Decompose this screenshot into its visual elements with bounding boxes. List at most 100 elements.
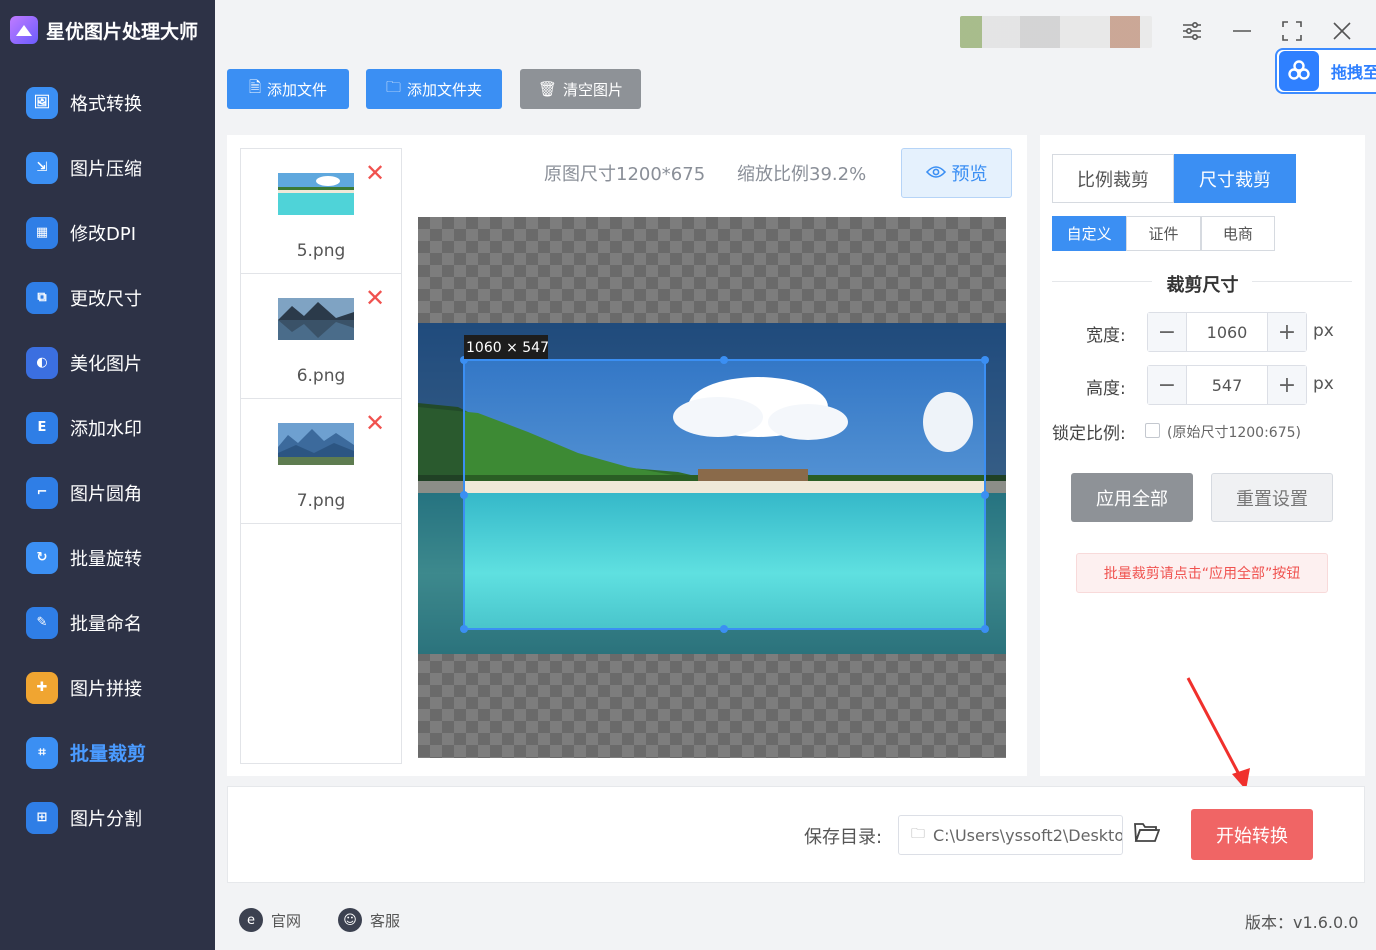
app-title: 星优图片处理大师	[10, 14, 198, 46]
height-stepper[interactable]: − 547 +	[1147, 365, 1307, 405]
version-text: 版本：v1.6.0.0	[1245, 913, 1359, 932]
preview-label: 预览	[951, 164, 988, 185]
sidebar-item-label: 修改DPI	[70, 223, 137, 245]
top-toolbar: 拖拽至 🗎 添加文件 🗀 添加文件夹 🗑 清空图片	[215, 0, 1376, 123]
height-unit: px	[1313, 374, 1334, 394]
sidebar-item-4[interactable]: ⧉ 更改尺寸	[0, 265, 215, 330]
rename-icon: ✎	[26, 606, 58, 639]
width-decrement-button[interactable]: −	[1148, 313, 1186, 351]
sidebar-item-9[interactable]: ✎ 批量命名	[0, 590, 215, 655]
clear-images-button[interactable]: 🗑 清空图片	[520, 69, 641, 109]
file-name: 6.png	[296, 366, 346, 386]
start-convert-button[interactable]: 开始转换	[1191, 809, 1313, 860]
list-item[interactable]: ✕ 6.png	[241, 274, 401, 399]
dpi-icon: ▦	[26, 216, 58, 249]
sidebar-item-label: 格式转换	[70, 93, 142, 115]
sidebar-item-5[interactable]: ◐ 美化图片	[0, 330, 215, 395]
remove-file-icon[interactable]: ✕	[365, 161, 385, 185]
sidebar-item-label: 图片圆角	[70, 483, 142, 505]
clear-images-label: 清空图片	[563, 80, 624, 99]
save-path-value: C:\Users\yssoft2\Deskto	[933, 825, 1123, 845]
sidebar-item-8[interactable]: ↻ 批量旋转	[0, 525, 215, 590]
thumbnail-mountains	[278, 423, 354, 465]
sidebar-item-7[interactable]: ⌐ 图片圆角	[0, 460, 215, 525]
drag-upload-label: 拖拽至	[1331, 63, 1376, 82]
sidebar-item-label: 美化图片	[70, 353, 142, 375]
preview-panel: ✕ 5.png ✕ 6.png ✕ 7.png 原图尺寸1200*675 缩放比…	[227, 135, 1027, 776]
tab-ratio-crop[interactable]: 比例裁剪	[1052, 154, 1174, 203]
support-label: 客服	[370, 911, 401, 930]
folder-icon: 🗀	[385, 77, 401, 96]
remove-file-icon[interactable]: ✕	[365, 286, 385, 310]
crop-canvas[interactable]: 1060 × 547	[418, 217, 1006, 758]
minimize-icon[interactable]	[1225, 14, 1259, 48]
sidebar-item-3[interactable]: ▦ 修改DPI	[0, 200, 215, 265]
add-folder-button[interactable]: 🗀 添加文件夹	[366, 69, 502, 109]
compress-icon: ⇲	[26, 151, 58, 184]
sidebar-item-2[interactable]: ⇲ 图片压缩	[0, 135, 215, 200]
sidebar-item-label: 批量裁剪	[70, 743, 147, 765]
tab-id-photo[interactable]: 证件	[1126, 216, 1201, 251]
sidebar-item-label: 图片分割	[70, 808, 142, 830]
crop-mode-tabs: 比例裁剪 尺寸裁剪	[1052, 154, 1296, 203]
height-increment-button[interactable]: +	[1268, 366, 1306, 404]
settings-sliders-icon[interactable]	[1175, 14, 1209, 48]
output-bar: 保存目录: 🗀 C:\Users\yssoft2\Deskto 开始转换	[227, 786, 1365, 883]
cloud-nodes-icon	[1279, 51, 1319, 91]
remove-file-icon[interactable]: ✕	[365, 411, 385, 435]
tab-size-crop[interactable]: 尺寸裁剪	[1174, 154, 1296, 203]
sidebar-item-label: 添加水印	[70, 418, 142, 440]
width-stepper[interactable]: − 1060 +	[1147, 312, 1307, 352]
thumbnail-beach	[278, 173, 354, 215]
drag-upload-pill[interactable]: 拖拽至	[1275, 48, 1376, 94]
width-increment-button[interactable]: +	[1268, 313, 1306, 351]
thumbnail-lake	[278, 298, 354, 340]
app-logo-icon	[10, 16, 38, 44]
user-account-avatar[interactable]	[960, 16, 1152, 48]
height-label: 高度:	[1086, 379, 1126, 399]
trash-icon: 🗑	[537, 80, 558, 98]
height-decrement-button[interactable]: −	[1148, 366, 1186, 404]
sidebar-item-1[interactable]: 🖼 格式转换	[0, 70, 215, 135]
watermark-icon: E	[26, 411, 58, 444]
rotate-icon: ↻	[26, 541, 58, 574]
folder-outline-icon: 🗀	[911, 826, 925, 842]
apply-all-button[interactable]: 应用全部	[1071, 473, 1193, 522]
reset-settings-button[interactable]: 重置设置	[1211, 473, 1333, 522]
beautify-icon: ◐	[26, 346, 58, 379]
tab-ecommerce[interactable]: 电商	[1200, 216, 1275, 251]
preview-button[interactable]: 预览	[901, 148, 1012, 198]
tab-custom[interactable]: 自定义	[1052, 216, 1127, 251]
sidebar-item-11[interactable]: ⌗ 批量裁剪	[0, 720, 215, 785]
app-name: 星优图片处理大师	[46, 20, 199, 43]
width-input[interactable]: 1060	[1186, 313, 1268, 351]
website-link[interactable]: e 官网	[239, 906, 301, 934]
image-preview	[418, 323, 1006, 654]
sidebar-item-10[interactable]: ✚ 图片拼接	[0, 655, 215, 720]
file-name: 7.png	[296, 491, 346, 511]
list-item[interactable]: ✕ 5.png	[241, 149, 401, 274]
maximize-icon[interactable]	[1275, 14, 1309, 48]
height-input[interactable]: 547	[1186, 366, 1268, 404]
original-size-text: 原图尺寸1200*675	[544, 164, 706, 185]
open-folder-icon[interactable]	[1134, 821, 1161, 849]
sidebar-item-12[interactable]: ⊞ 图片分割	[0, 785, 215, 850]
add-folder-label: 添加文件夹	[407, 80, 483, 99]
preset-tabs: 自定义 证件 电商	[1052, 216, 1275, 251]
chat-support-icon: ☺	[338, 908, 362, 932]
sidebar-item-6[interactable]: E 添加水印	[0, 395, 215, 460]
save-path-input[interactable]: 🗀 C:\Users\yssoft2\Deskto	[898, 815, 1123, 855]
sidebar-item-label: 批量命名	[70, 613, 142, 635]
resize-icon: ⧉	[26, 281, 58, 314]
batch-crop-tip: 批量裁剪请点击“应用全部”按钮	[1076, 553, 1328, 593]
image-convert-icon: 🖼	[26, 86, 58, 119]
lock-ratio-hint: (原始尺寸1200:675)	[1167, 425, 1301, 441]
add-file-button[interactable]: 🗎 添加文件	[227, 69, 349, 109]
support-link[interactable]: ☺ 客服	[338, 906, 400, 934]
list-item[interactable]: ✕ 7.png	[241, 399, 401, 524]
lock-ratio-checkbox[interactable]	[1145, 423, 1160, 438]
sidebar-item-label: 图片压缩	[70, 158, 142, 180]
close-icon[interactable]	[1325, 14, 1359, 48]
section-title: 裁剪尺寸	[1166, 275, 1239, 296]
round-corner-icon: ⌐	[26, 476, 58, 509]
